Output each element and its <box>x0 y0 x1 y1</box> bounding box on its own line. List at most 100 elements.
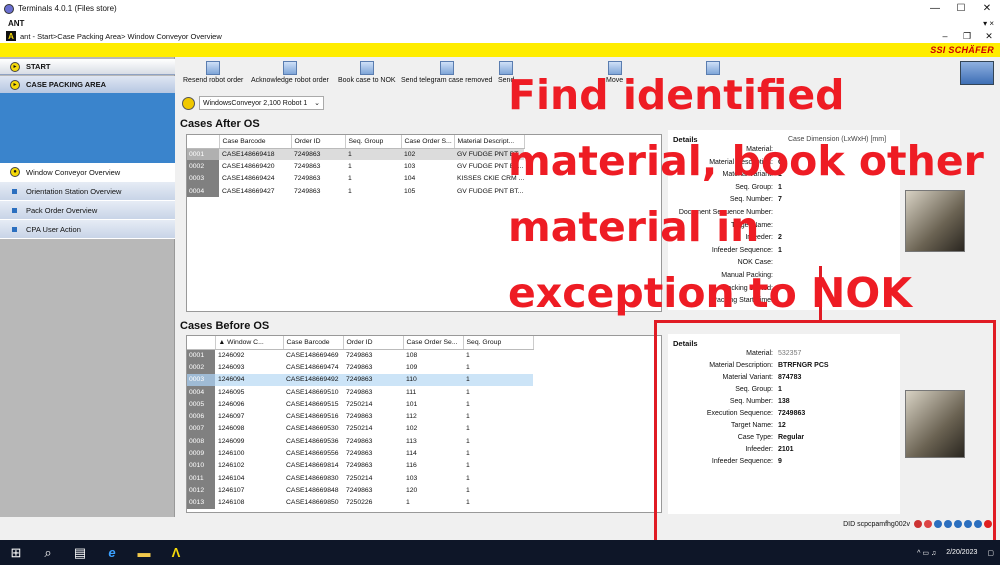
sidebar-case-packing[interactable]: ▸ CASE PACKING AREA <box>0 76 175 93</box>
table-row[interactable]: 0005 1246096 CASE148669515 7250214 101 1 <box>187 398 533 411</box>
table-row[interactable]: 0006 1246097 CASE148669516 7249863 112 1 <box>187 410 533 423</box>
table-row[interactable]: 0002 CASE148669420 7249863 1 103 GV FUDGE PNT… <box>187 160 524 173</box>
tray-icons[interactable]: ^ ▭ ♫ <box>917 549 936 557</box>
detail-row: Infeeder Sequence: 9 <box>673 458 782 465</box>
settings-icon[interactable] <box>954 520 962 528</box>
detail-key: Infeeder: <box>745 234 773 242</box>
table-row[interactable]: 0003 CASE148669424 7249863 1 104 KISSES CKIE … <box>187 172 524 185</box>
table-row[interactable]: 0011 1246104 CASE148669830 7250214 103 1 <box>187 471 533 485</box>
table-row[interactable]: 0009 1246100 CASE148669556 7249863 114 1 <box>187 447 533 460</box>
conveyor-dropdown[interactable]: WindowsConveyor 2,100 Robot 1 ⌄ <box>199 96 324 110</box>
refresh-icon[interactable] <box>182 96 195 110</box>
language-icon[interactable] <box>924 520 932 528</box>
table-cell: 103 <box>406 474 418 482</box>
column-header[interactable]: Seq. Group <box>463 336 534 350</box>
table-cell: 1246099 <box>218 437 245 445</box>
detail-value: 2101 <box>778 446 794 453</box>
table-row[interactable]: 0001 CASE148669418 7249863 1 102 GV FUDGE PNT… <box>187 148 525 161</box>
table-row[interactable]: 0010 1246102 CASE148669814 7249863 116 1 <box>187 459 533 472</box>
message-icon[interactable] <box>974 520 982 528</box>
row-number: 0006 <box>187 410 215 423</box>
table-cell: 7249863 <box>346 363 373 371</box>
detail-row: Packing Start Time: <box>673 297 778 304</box>
table-row[interactable]: 0013 1246108 CASE148669850 7250226 1 1 <box>187 496 533 509</box>
sidebar-item-pack-order[interactable]: Pack Order Overview <box>0 201 175 220</box>
sidebar-start[interactable]: ▸ START <box>0 59 175 75</box>
task-view-icon[interactable]: ▤ <box>64 540 96 565</box>
table-cell: CASE148669424 <box>222 175 275 183</box>
column-header[interactable]: Case Barcode <box>283 336 344 350</box>
detail-row: Case Type: Regular <box>673 434 804 441</box>
sidebar-item-window-conveyor[interactable]: ● Window Conveyor Overview <box>0 163 175 182</box>
inner-minimize-button[interactable]: – <box>934 29 956 43</box>
row-number: 0001 <box>187 148 219 161</box>
table-cell: CASE148669427 <box>222 187 275 195</box>
acknowledge-robot-order-button[interactable]: Acknowledge robot order <box>251 61 329 84</box>
notification-icon[interactable]: ▢ <box>987 549 994 557</box>
row-number: 0011 <box>187 471 215 485</box>
table-row[interactable]: 0008 1246099 CASE148669536 7249863 113 1 <box>187 435 533 448</box>
column-header[interactable]: Case Barcode <box>219 135 292 149</box>
status-bar: DID scpcpamfhg002v <box>843 520 992 528</box>
flag-icon[interactable] <box>914 520 922 528</box>
column-header[interactable]: ▲ Window C... <box>215 336 284 350</box>
table-cell: CASE148669515 <box>286 400 339 408</box>
move-button[interactable]: Move <box>606 61 623 84</box>
table-cell: 7249863 <box>346 413 373 421</box>
table-row[interactable]: 0012 1246107 CASE148669848 7249863 120 1 <box>187 484 533 497</box>
chevron-down-icon[interactable]: ▾ × <box>983 19 994 28</box>
table-cell: 1246092 <box>218 351 245 359</box>
column-header[interactable]: Case Order S... <box>401 135 455 149</box>
detail-key: Seq. Group: <box>735 183 773 191</box>
resend-robot-order-button[interactable]: Resend robot order <box>183 61 243 84</box>
detail-key: Case Type: <box>737 434 773 441</box>
column-header[interactable]: Order ID <box>343 336 404 350</box>
sidebar-item-orientation-station[interactable]: Orientation Station Overview <box>0 182 175 201</box>
cases-before-grid: ▲ Window C... Case Barcode Order ID Case… <box>186 335 662 513</box>
detail-value: G <box>778 158 784 166</box>
minimize-button[interactable]: — <box>922 0 948 17</box>
table-row[interactable]: 0003 1246094 CASE148669492 7249863 110 1 <box>187 373 533 386</box>
table-row[interactable]: 0004 1246095 CASE148669510 7249863 111 1 <box>187 385 533 399</box>
column-header[interactable]: Seq. Group <box>345 135 402 149</box>
table-row[interactable]: 0002 1246093 CASE148669474 7249863 109 1 <box>187 361 533 374</box>
cases-after-grid: Case Barcode Order ID Seq. Group Case Or… <box>186 134 662 312</box>
table-row[interactable]: 0001 1246092 CASE148669469 7249863 108 1 <box>187 349 533 362</box>
help-icon[interactable] <box>934 520 942 528</box>
ant-app-icon[interactable]: Λ <box>160 540 192 565</box>
table-row[interactable]: 0004 CASE148669427 7249863 1 105 GV FUDGE PNT… <box>187 184 524 198</box>
windows-start-icon[interactable]: ⊞ <box>0 540 32 565</box>
column-header-label: Window C... <box>227 338 264 346</box>
column-header[interactable]: Material Descript... <box>454 135 525 149</box>
book-case-to-nok-button[interactable]: Book case to NOK <box>338 61 396 84</box>
info-icon[interactable] <box>944 520 952 528</box>
close-button[interactable]: ✕ <box>974 0 1000 17</box>
file-explorer-icon[interactable]: ▬ <box>128 540 160 565</box>
power-icon[interactable] <box>984 520 992 528</box>
table-cell: 1 <box>466 413 470 421</box>
table-row[interactable]: 0007 1246098 CASE148669530 7250214 102 1 <box>187 422 533 436</box>
table-cell: CASE148669830 <box>286 474 339 482</box>
send-button[interactable]: Send <box>498 61 514 84</box>
column-header[interactable]: Order ID <box>291 135 346 149</box>
detail-key: Seq. Number: <box>729 196 773 204</box>
extra-toolbar-button[interactable] <box>706 61 720 77</box>
sidebar-item-cpa-user-action[interactable]: CPA User Action <box>0 220 175 239</box>
search-icon[interactable]: ⌕ <box>32 540 64 565</box>
row-number: 0004 <box>187 385 215 399</box>
user-icon[interactable] <box>964 520 972 528</box>
toolbar-label: Move <box>606 77 624 84</box>
detail-key: Material Variant: <box>722 374 773 381</box>
row-number-header <box>187 336 216 350</box>
detail-key: Seq. Number: <box>729 398 773 405</box>
inner-close-button[interactable]: ✕ <box>978 29 1000 43</box>
cases-before-title: Cases Before OS <box>180 320 270 332</box>
send-telegram-case-removed-button[interactable]: Send telegram case removed <box>401 61 492 84</box>
clock[interactable]: 2/20/2023 <box>946 548 977 557</box>
column-header[interactable]: Case Order Se... <box>403 336 464 350</box>
inner-restore-button[interactable]: ❐ <box>956 29 978 43</box>
detail-value: 874783 <box>778 374 802 381</box>
table-cell: 1246096 <box>218 400 245 408</box>
maximize-button[interactable]: ☐ <box>948 0 974 17</box>
edge-icon[interactable]: e <box>96 540 128 565</box>
